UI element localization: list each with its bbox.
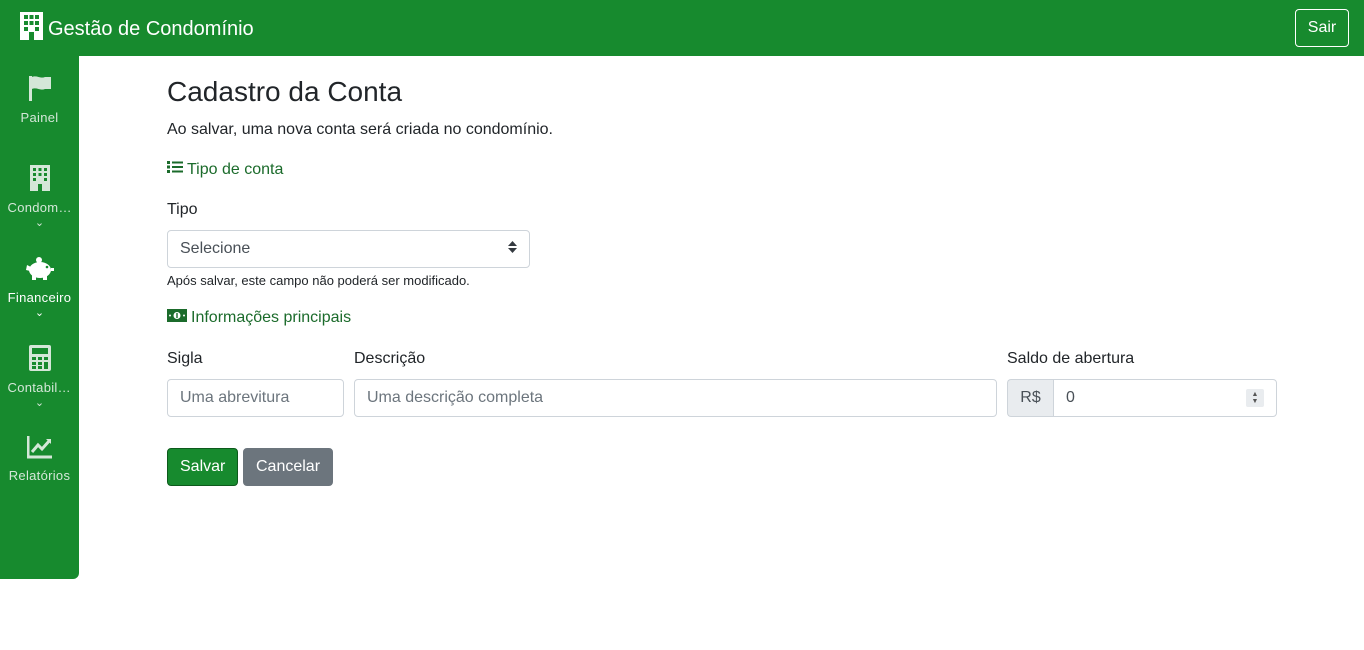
piggy-bank-icon — [25, 255, 55, 284]
saldo-value: 0 — [1066, 389, 1075, 406]
sidebar-item-label: Painel — [20, 110, 59, 125]
top-navbar: Gestão de Condomínio Sair — [0, 0, 1364, 56]
saldo-input[interactable]: 0 ▲ ▼ — [1053, 379, 1277, 417]
chevron-down-icon: ⌄ — [34, 307, 45, 319]
save-button[interactable]: Salvar — [167, 448, 238, 486]
page-title: Cadastro da Conta — [167, 76, 403, 107]
section-info-heading: Informações principais — [167, 309, 351, 327]
cancel-button[interactable]: Cancelar — [243, 448, 333, 486]
tipo-select-value: Selecione — [180, 240, 251, 257]
sidebar-item-label: Relatórios — [8, 468, 71, 483]
saldo-input-group: R$ 0 ▲ ▼ — [1007, 379, 1277, 417]
section-heading-text: Tipo de conta — [187, 160, 284, 178]
app-title: Gestão de Condomínio — [48, 17, 254, 40]
saldo-label: Saldo de abertura — [1007, 350, 1135, 367]
building-icon — [20, 12, 48, 46]
sidebar-item-label: Condomínios — [7, 200, 72, 215]
sidebar: Painel Condomínios ⌄ — [0, 56, 79, 579]
flag-icon — [28, 75, 52, 104]
sort-icon — [508, 240, 517, 258]
descricao-input[interactable] — [354, 379, 997, 417]
sidebar-item-financeiro[interactable]: Financeiro ⌄ — [0, 255, 79, 319]
number-spinner[interactable]: ▲ ▼ — [1246, 389, 1264, 407]
sigla-input[interactable] — [167, 379, 344, 417]
spin-up-icon[interactable]: ▲ — [1252, 391, 1259, 398]
sidebar-item-painel[interactable]: Painel — [0, 75, 79, 125]
sidebar-item-relatorios[interactable]: Relatórios — [0, 435, 79, 483]
tipo-select[interactable]: Selecione — [167, 230, 530, 268]
list-icon — [167, 160, 187, 179]
chart-line-icon — [26, 435, 53, 462]
chevron-down-icon: ⌄ — [34, 217, 45, 229]
descricao-label: Descrição — [354, 350, 426, 367]
sigla-label: Sigla — [167, 350, 203, 367]
sidebar-item-condominios[interactable]: Condomínios ⌄ — [0, 165, 79, 229]
money-bill-icon — [167, 309, 191, 327]
logout-button[interactable]: Sair — [1295, 9, 1349, 47]
chevron-down-icon: ⌄ — [34, 397, 45, 409]
building-icon — [29, 165, 50, 194]
brand[interactable]: Gestão de Condomínio — [20, 12, 254, 46]
currency-prefix: R$ — [1007, 379, 1053, 417]
sidebar-item-label: Contabilidade — [7, 380, 72, 395]
section-tipo-heading: Tipo de conta — [167, 160, 283, 179]
tipo-label: Tipo — [167, 201, 198, 218]
spin-down-icon[interactable]: ▼ — [1252, 398, 1259, 405]
page-subtitle: Ao salvar, uma nova conta será criada no… — [167, 121, 553, 138]
section-heading-text: Informações principais — [191, 309, 352, 326]
sidebar-item-contabilidade[interactable]: Contabilidade ⌄ — [0, 345, 79, 409]
calculator-icon — [28, 345, 51, 374]
sidebar-item-label: Financeiro — [7, 290, 72, 305]
tipo-help-text: Após salvar, este campo não poderá ser m… — [167, 273, 470, 288]
